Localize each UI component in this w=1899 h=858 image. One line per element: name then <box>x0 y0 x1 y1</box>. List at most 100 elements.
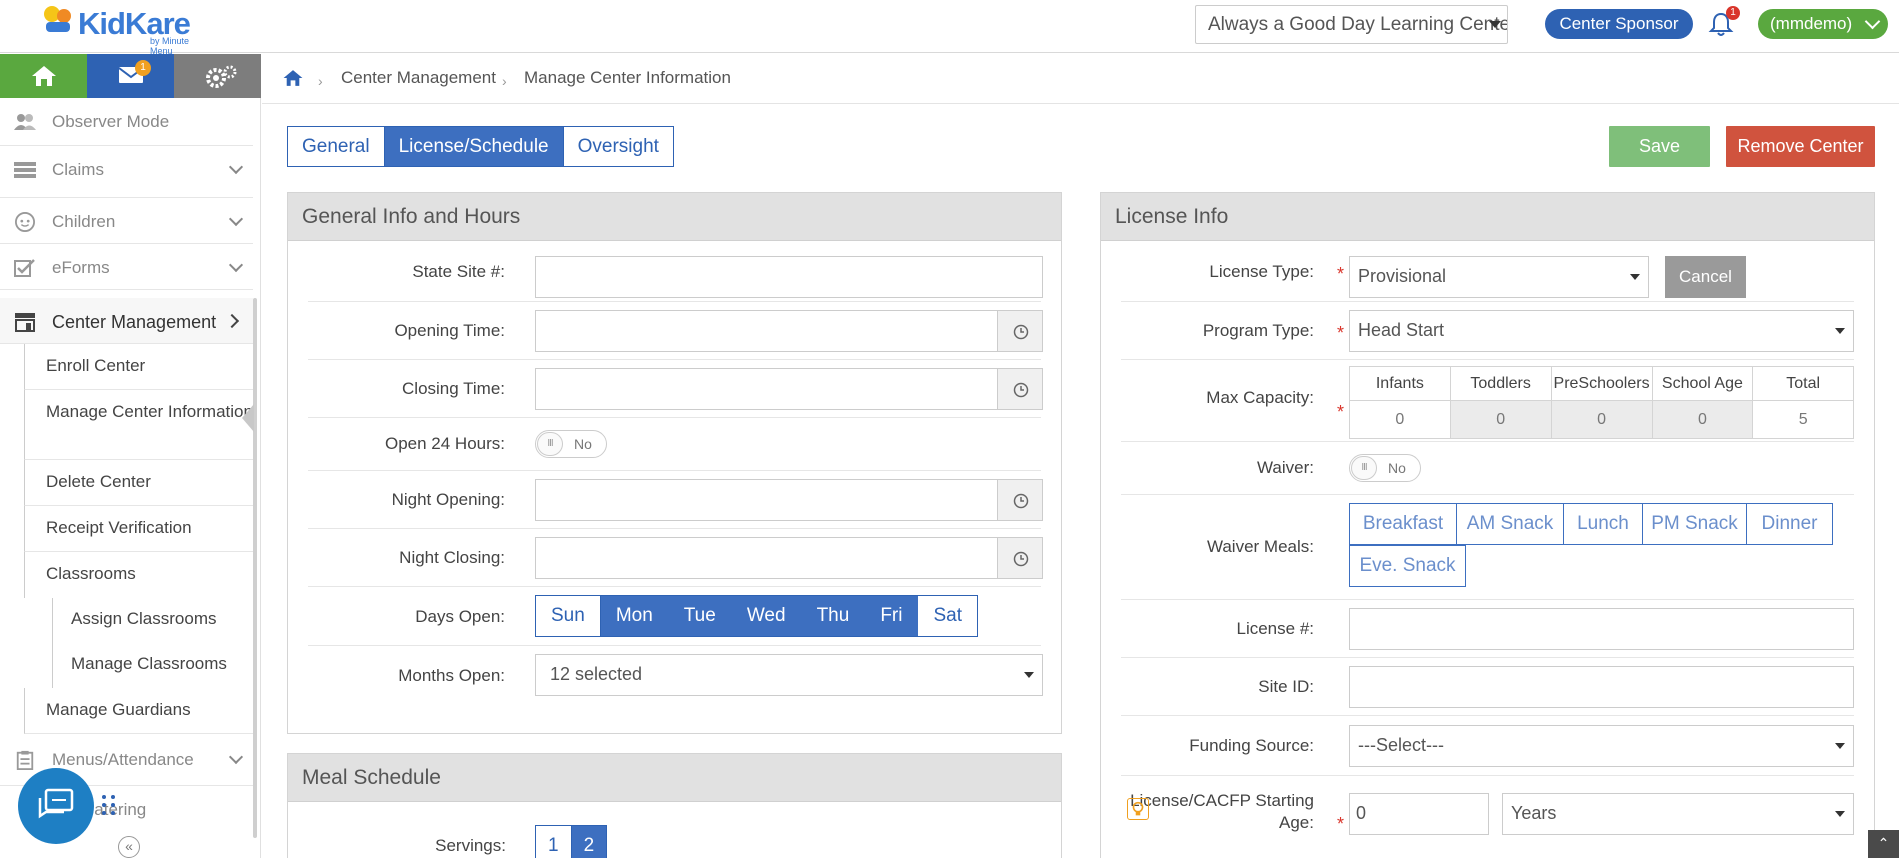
site-id-input[interactable] <box>1349 666 1854 708</box>
tab-license-schedule[interactable]: License/Schedule <box>384 127 564 166</box>
general-info-panel: General Info and Hours State Site #: Ope… <box>287 192 1062 734</box>
license-number-input[interactable] <box>1349 608 1854 650</box>
panel-title: Meal Schedule <box>288 754 1061 802</box>
license-type-value: Provisional <box>1358 266 1447 286</box>
capacity-infants-input[interactable]: 0 <box>1349 400 1451 439</box>
sidebar-item-eforms[interactable]: eForms <box>0 244 253 290</box>
chat-button[interactable] <box>18 768 94 844</box>
capacity-total-input[interactable]: 5 <box>1752 400 1854 439</box>
waiver-meal-eve-snack[interactable]: Eve. Snack <box>1349 545 1466 587</box>
sidebar-item-center-management[interactable]: Center Management <box>0 298 253 344</box>
program-type-select[interactable]: Head Start <box>1349 310 1854 352</box>
night-opening-label: Night Opening: <box>391 490 505 509</box>
waiver-meal-pm-snack[interactable]: PM Snack <box>1642 503 1747 545</box>
waiver-meal-lunch[interactable]: Lunch <box>1563 503 1643 545</box>
sidebar-item-observer-mode[interactable]: Observer Mode <box>0 98 253 146</box>
sidebar-subitem-assign-classrooms[interactable]: Assign Classrooms <box>52 598 253 642</box>
months-open-select[interactable]: 12 selected <box>535 654 1043 696</box>
breadcrumb-center-management[interactable]: Center Management <box>341 68 496 88</box>
night-opening-picker[interactable] <box>997 479 1043 521</box>
scroll-to-top-button[interactable]: ⌃ <box>1868 830 1899 858</box>
capacity-school-age-input: 0 <box>1651 400 1754 439</box>
collapse-sidebar-button[interactable]: « <box>118 836 140 858</box>
months-open-row: Months Open: 12 selected <box>308 646 1043 706</box>
tab-general[interactable]: General <box>288 127 385 166</box>
clock-icon <box>1013 382 1029 398</box>
cancel-license-type-button[interactable]: Cancel <box>1665 256 1746 298</box>
license-type-select[interactable]: Provisional <box>1349 256 1649 298</box>
servings-option-1[interactable]: 1 <box>536 826 572 858</box>
sidebar-subitem-enroll-center[interactable]: Enroll Center <box>24 344 253 390</box>
site-id-label: Site ID: <box>1258 677 1314 696</box>
day-mon[interactable]: Mon <box>600 596 669 636</box>
day-tue[interactable]: Tue <box>668 596 732 636</box>
settings-tab[interactable] <box>174 54 261 98</box>
home-icon[interactable] <box>282 68 304 88</box>
sidebar-subitem-classrooms[interactable]: Classrooms <box>24 552 253 598</box>
home-tab[interactable] <box>0 54 87 98</box>
remove-center-button[interactable]: Remove Center <box>1726 126 1875 167</box>
day-wed[interactable]: Wed <box>731 596 802 636</box>
active-item-pointer <box>242 404 254 432</box>
days-open-row: Days Open: Sun Mon Tue Wed Thu Fri Sat <box>308 587 1041 646</box>
starting-age-label-line2: Age: <box>1279 813 1314 832</box>
sidebar-subitem-receipt-verification[interactable]: Receipt Verification <box>24 506 253 552</box>
night-closing-picker[interactable] <box>997 537 1043 579</box>
sidebar-subitem-manage-center-information[interactable]: Manage Center Information <box>24 390 253 460</box>
sidebar-item-label: Center Management <box>52 312 217 332</box>
waiver-meal-am-snack[interactable]: AM Snack <box>1456 503 1564 545</box>
sidebar-scrollbar[interactable] <box>253 298 257 838</box>
required-marker: * <box>1337 264 1345 284</box>
waiver-meal-breakfast[interactable]: Breakfast <box>1349 503 1457 545</box>
mail-badge: 1 <box>135 60 151 76</box>
closing-time-input[interactable] <box>535 368 998 410</box>
day-fri[interactable]: Fri <box>865 596 919 636</box>
waiver-toggle[interactable]: III No <box>1349 454 1421 482</box>
night-closing-input[interactable] <box>535 537 998 579</box>
logo-mark-icon <box>44 6 71 32</box>
day-sat[interactable]: Sat <box>918 596 977 636</box>
save-button[interactable]: Save <box>1609 126 1710 167</box>
capacity-header-school-age: School Age <box>1651 366 1754 401</box>
lightbulb-icon[interactable] <box>1127 798 1149 820</box>
clock-icon <box>1013 551 1029 567</box>
opening-time-picker[interactable] <box>997 310 1043 352</box>
logo-subtitle: by Minute Menu <box>150 36 190 56</box>
sidebar-item-claims[interactable]: Claims <box>0 146 253 198</box>
waiver-meal-dinner[interactable]: Dinner <box>1746 503 1833 545</box>
open-24-toggle[interactable]: III No <box>535 430 607 458</box>
clipboard-icon <box>16 750 34 770</box>
sidebar-subitem-manage-guardians[interactable]: Manage Guardians <box>24 688 253 734</box>
funding-source-select[interactable]: ---Select--- <box>1349 725 1854 767</box>
day-thu[interactable]: Thu <box>801 596 866 636</box>
servings-label: Servings: <box>435 836 506 855</box>
night-opening-input[interactable] <box>535 479 998 521</box>
capacity-header-infants: Infants <box>1349 366 1451 401</box>
gears-icon <box>206 65 237 88</box>
opening-time-input[interactable] <box>535 310 998 352</box>
sidebar-subitem-manage-classrooms[interactable]: Manage Classrooms <box>52 642 253 688</box>
servings-option-2[interactable]: 2 <box>571 826 607 858</box>
sidebar-item-children[interactable]: Children <box>0 198 253 244</box>
state-site-label: State Site #: <box>412 262 505 281</box>
kidkare-logo[interactable]: KidKare by Minute Menu <box>40 2 210 56</box>
toggle-state: No <box>574 436 592 452</box>
starting-age-input[interactable]: 0 <box>1349 793 1489 835</box>
mail-tab[interactable] <box>87 54 174 98</box>
user-menu-button[interactable]: (mmdemo) <box>1758 9 1888 39</box>
open-24-row: Open 24 Hours: III No <box>308 418 1041 471</box>
drag-dots-icon[interactable] <box>101 794 117 816</box>
closing-time-picker[interactable] <box>997 368 1043 410</box>
sidebar-item-label: Menus/Attendance <box>52 750 194 769</box>
center-select[interactable]: Always a Good Day Learning Center <box>1195 5 1508 44</box>
clock-icon <box>1013 493 1029 509</box>
starting-age-unit-select[interactable]: Years <box>1502 793 1854 835</box>
state-site-input[interactable] <box>535 256 1043 298</box>
starting-age-label-line1: License/CACFP Starting <box>1130 791 1314 810</box>
center-sponsor-button[interactable]: Center Sponsor <box>1545 9 1693 39</box>
day-sun[interactable]: Sun <box>536 596 601 636</box>
tab-oversight[interactable]: Oversight <box>563 127 673 166</box>
max-capacity-label: Max Capacity: <box>1206 388 1314 407</box>
sidebar-subitem-delete-center[interactable]: Delete Center <box>24 460 253 506</box>
closing-time-row: Closing Time: <box>308 360 1043 418</box>
